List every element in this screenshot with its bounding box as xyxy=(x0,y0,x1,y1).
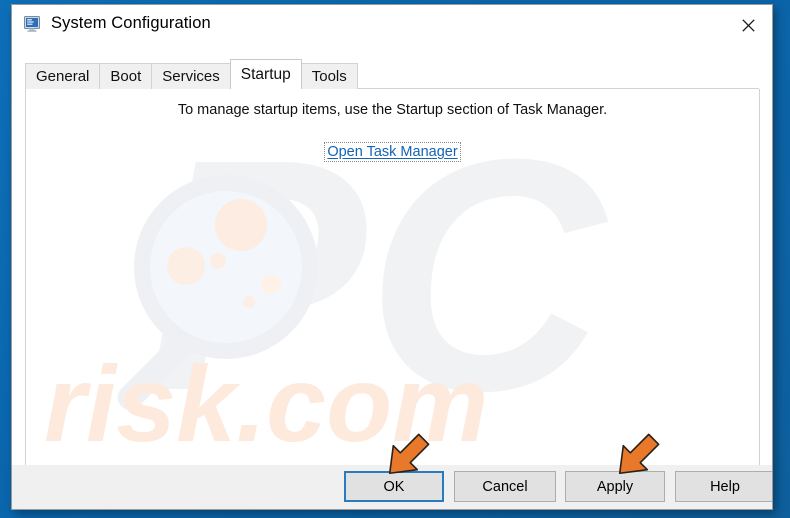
tab-strip: General Boot Services Startup Tools xyxy=(12,46,772,89)
instruction-text: To manage startup items, use the Startup… xyxy=(177,102,608,118)
close-icon xyxy=(742,19,755,32)
tab-tools[interactable]: Tools xyxy=(300,63,358,89)
tab-list: General Boot Services Startup Tools xyxy=(25,59,358,89)
cancel-button[interactable]: Cancel xyxy=(454,471,556,502)
tab-services[interactable]: Services xyxy=(151,63,231,89)
open-task-manager-link-container: Open Task Manager xyxy=(26,142,759,162)
close-button[interactable] xyxy=(725,5,772,46)
watermark-domain: risk.com xyxy=(44,343,488,464)
system-configuration-window: System Configuration General Boot Servic… xyxy=(11,4,773,510)
window-title-bar: System Configuration xyxy=(12,5,772,46)
tab-startup[interactable]: Startup xyxy=(229,59,302,89)
help-button[interactable]: Help xyxy=(675,471,772,502)
system-configuration-icon xyxy=(24,16,42,33)
tab-boot[interactable]: Boot xyxy=(99,63,153,89)
window-title: System Configuration xyxy=(51,14,211,32)
startup-tab-panel: PC risk.com To manage startup items, use… xyxy=(25,89,760,467)
open-task-manager-link[interactable]: Open Task Manager xyxy=(324,142,461,162)
tab-general[interactable]: General xyxy=(25,63,101,89)
magnifier-icon xyxy=(117,175,318,410)
apply-button[interactable]: Apply xyxy=(565,471,665,502)
ok-button[interactable]: OK xyxy=(344,471,444,502)
dialog-button-bar: OK Cancel Apply Help xyxy=(12,465,772,509)
desktop-background: System Configuration General Boot Servic… xyxy=(0,0,790,518)
